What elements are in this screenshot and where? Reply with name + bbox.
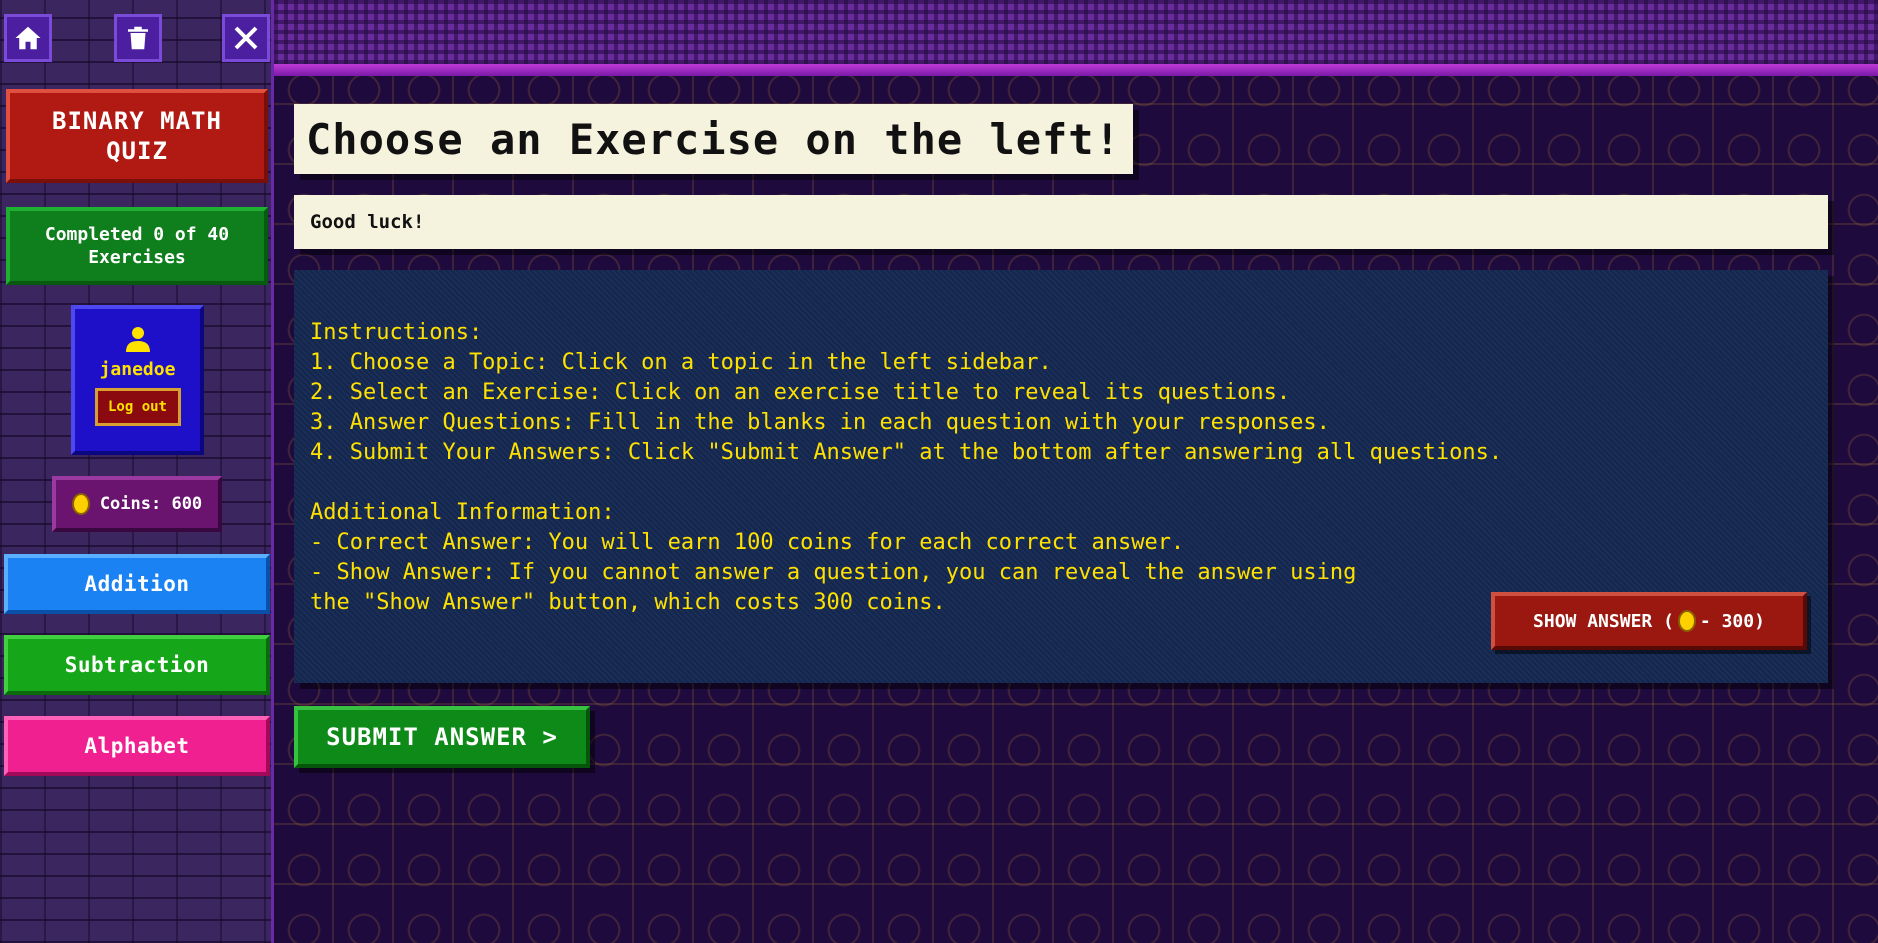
show-answer-button[interactable]: SHOW ANSWER ( - 300)	[1491, 592, 1807, 650]
coin-icon	[71, 493, 90, 515]
page-title: Choose an Exercise on the left!	[294, 104, 1133, 174]
instructions-heading: Instructions:	[310, 320, 483, 345]
trash-icon	[128, 26, 148, 50]
close-button[interactable]	[222, 14, 270, 62]
sidebar: BINARY MATH QUIZ Completed 0 of 40 Exerc…	[0, 0, 274, 943]
additional-info-line: - Show Answer: If you cannot answer a qu…	[310, 560, 1357, 585]
header-divider	[274, 64, 1878, 76]
user-icon	[75, 325, 200, 357]
home-button[interactable]	[4, 14, 52, 62]
main-content: Choose an Exercise on the left! Good luc…	[274, 0, 1878, 943]
additional-info-line: - Correct Answer: You will earn 100 coin…	[310, 530, 1185, 555]
topic-alphabet-button[interactable]: Alphabet	[4, 716, 270, 776]
delete-button[interactable]	[114, 14, 162, 62]
coin-icon	[1677, 610, 1696, 632]
progress-status: Completed 0 of 40 Exercises	[6, 207, 268, 285]
logout-button[interactable]: Log out	[94, 388, 181, 426]
topic-subtraction-button[interactable]: Subtraction	[4, 635, 270, 695]
additional-info-heading: Additional Information:	[310, 500, 615, 525]
user-card: janedoe Log out	[71, 305, 204, 455]
app-title: BINARY MATH QUIZ	[6, 89, 268, 183]
username: janedoe	[99, 359, 176, 380]
luck-message: Good luck!	[310, 211, 425, 233]
instruction-step: 4. Submit Your Answers: Click "Submit An…	[310, 440, 1503, 465]
message-bar: Good luck!	[294, 195, 1828, 249]
header-band	[274, 0, 1878, 64]
instructions-panel: Instructions: 1. Choose a Topic: Click o…	[294, 270, 1828, 683]
instruction-step: 1. Choose a Topic: Click on a topic in t…	[310, 350, 1052, 375]
submit-answer-button[interactable]: SUBMIT ANSWER >	[294, 706, 590, 768]
top-toolbar	[4, 14, 270, 66]
coins-label: Coins: 600	[99, 494, 203, 514]
instruction-step: 2. Select an Exercise: Click on an exerc…	[310, 380, 1291, 405]
instruction-step: 3. Answer Questions: Fill in the blanks …	[310, 410, 1330, 435]
home-icon	[15, 26, 41, 50]
coins-display: Coins: 600	[52, 476, 222, 532]
show-answer-cost: - 300)	[1699, 610, 1765, 632]
show-answer-label: SHOW ANSWER (	[1533, 610, 1674, 632]
close-icon	[234, 26, 258, 50]
topic-addition-button[interactable]: Addition	[4, 554, 270, 614]
